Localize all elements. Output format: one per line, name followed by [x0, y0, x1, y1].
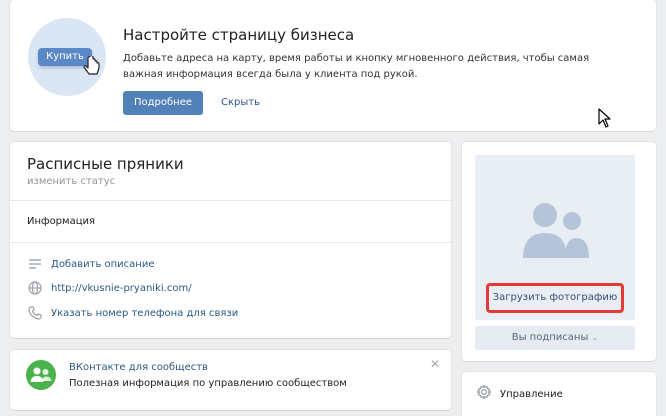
change-status-link[interactable]: изменить статус	[27, 176, 115, 187]
info-section-title: Информация	[27, 216, 96, 227]
users-icon	[30, 367, 52, 382]
manage-label: Управление	[500, 388, 563, 400]
group-avatar-icon	[523, 203, 589, 258]
subscribed-label: Вы подписаны	[511, 332, 589, 343]
website-link: http://vkusnie-pryaniki.com/	[51, 282, 192, 294]
add-description-row[interactable]: Добавить описание	[27, 255, 155, 273]
business-promo-card: Купить Настройте страницу бизнеса Добавь…	[10, 0, 656, 131]
website-row[interactable]: http://vkusnie-pryaniki.com/	[27, 279, 192, 297]
globe-icon	[27, 280, 43, 296]
promo-illustration: Купить	[28, 18, 106, 96]
add-description-label: Добавить описание	[51, 258, 155, 270]
add-phone-label: Указать номер телефона для связи	[51, 307, 239, 319]
community-tips-title[interactable]: ВКонтакте для сообществ	[69, 362, 208, 373]
promo-description: Добавьте адреса на карту, время работы и…	[123, 53, 590, 80]
subscribed-button[interactable]: Вы подписаны ⌄	[475, 326, 635, 350]
more-button[interactable]: Подробнее	[123, 91, 204, 115]
close-icon[interactable]: ✕	[430, 357, 440, 371]
manage-card: Управление	[462, 372, 656, 416]
chevron-down-icon: ⌄	[591, 333, 599, 342]
manage-row[interactable]: Управление	[476, 384, 563, 404]
community-info-card: Расписные пряники изменить статус Информ…	[10, 142, 451, 338]
community-avatar	[26, 360, 56, 390]
community-photo-card: Загрузить фотографию Вы подписаны ⌄	[462, 142, 656, 361]
hand-cursor-icon	[83, 56, 100, 75]
mouse-pointer-icon	[598, 108, 611, 128]
community-tips-card: ВКонтакте для сообществ Полезная информа…	[10, 350, 451, 410]
community-tips-text: Полезная информация по управлению сообще…	[69, 378, 347, 389]
divider	[10, 242, 451, 243]
phone-icon	[27, 305, 43, 321]
gear-icon	[476, 384, 492, 404]
description-lines-icon	[27, 256, 43, 272]
phone-row[interactable]: Указать номер телефона для связи	[27, 304, 238, 322]
divider	[10, 200, 451, 201]
upload-photo-button[interactable]: Загрузить фотографию	[486, 283, 624, 313]
promo-title: Настройте страницу бизнеса	[123, 26, 355, 44]
hide-link[interactable]: Скрыть	[221, 91, 260, 115]
page-title: Расписные пряники	[27, 155, 184, 173]
